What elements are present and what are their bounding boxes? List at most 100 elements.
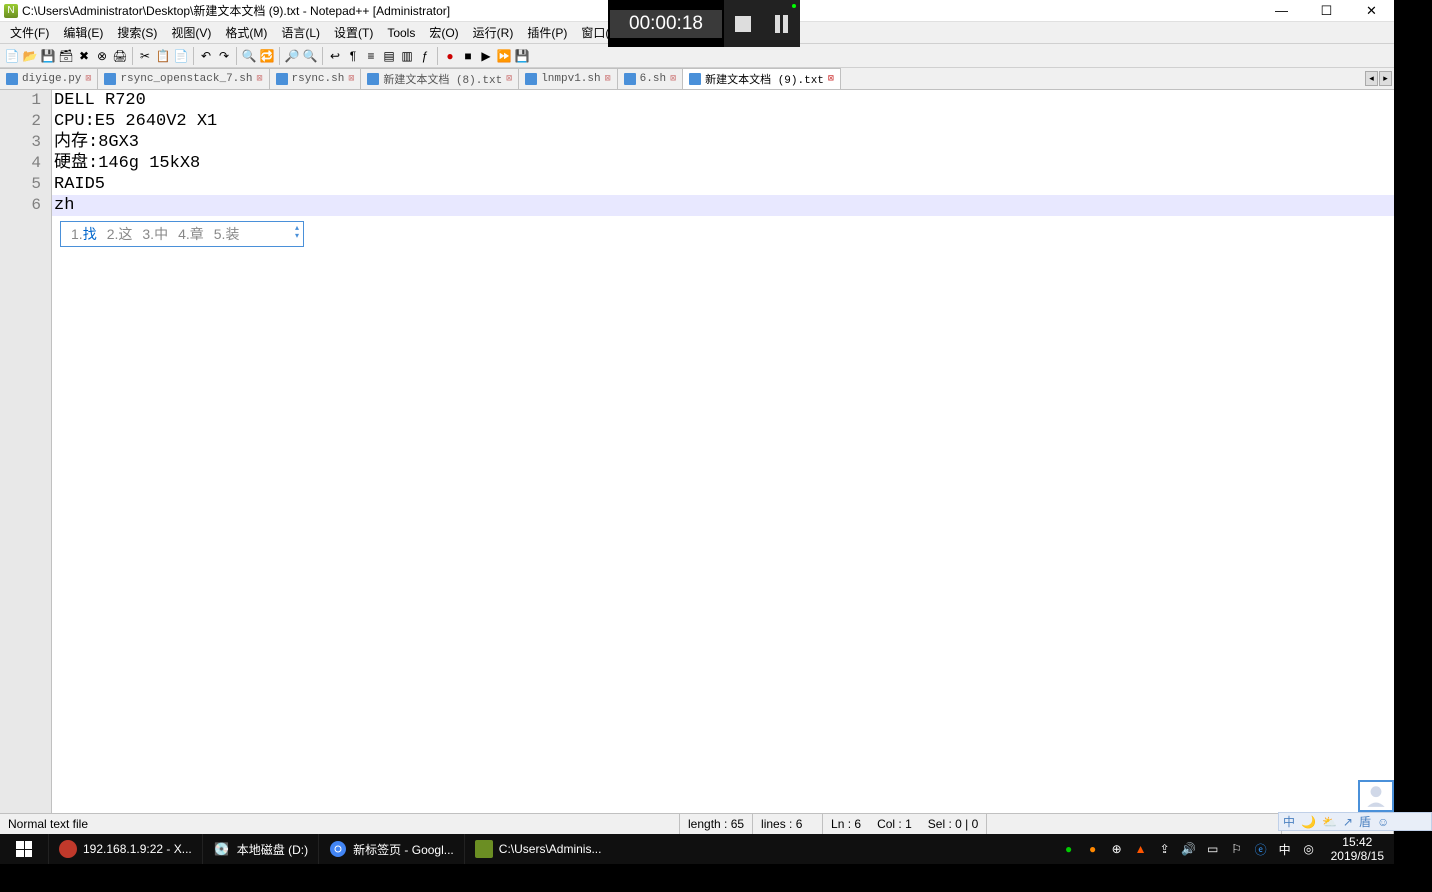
play-macro-icon[interactable]: ▶	[478, 48, 494, 64]
close-button[interactable]: ✕	[1349, 0, 1394, 22]
tab-close-icon[interactable]: ⊠	[670, 73, 676, 85]
word-wrap-icon[interactable]: ↩	[327, 48, 343, 64]
taskbar-app-chrome[interactable]: 新标签页 - Googl...	[318, 834, 464, 864]
doc-map-icon[interactable]: ▥	[399, 48, 415, 64]
side-tray-icon[interactable]: 🌙	[1301, 815, 1316, 829]
ime-page-arrows[interactable]: ▴▾	[295, 224, 299, 240]
desktop-side-tray[interactable]: 中 🌙 ⛅ ↗ 盾 ☺	[1278, 812, 1432, 831]
file-tab[interactable]: 新建文本文档 (8).txt⊠	[361, 68, 519, 89]
editor-line[interactable]: 内存:8GX3	[52, 132, 1394, 153]
tab-prev-button[interactable]: ◂	[1365, 71, 1378, 86]
ime-candidate[interactable]: 4.章	[178, 224, 204, 244]
file-tab[interactable]: diyige.py⊠	[0, 68, 98, 89]
tray-usb-icon[interactable]: ⇪	[1157, 841, 1173, 857]
taskbar-app-explorer[interactable]: 💽 本地磁盘 (D:)	[202, 834, 318, 864]
record-macro-icon[interactable]: ●	[442, 48, 458, 64]
tray-icon[interactable]: ●	[1085, 841, 1101, 857]
side-tray-icon[interactable]: 中	[1283, 813, 1295, 830]
tray-security-icon[interactable]: ⚐	[1229, 841, 1245, 857]
find-icon[interactable]: 🔍	[241, 48, 257, 64]
tab-close-icon[interactable]: ⊠	[605, 73, 611, 85]
tab-close-icon[interactable]: ⊠	[348, 73, 354, 85]
menu-item[interactable]: Tools	[381, 24, 421, 42]
screen-recorder-overlay[interactable]: 00:00:18	[608, 0, 800, 47]
tray-icon[interactable]: ▲	[1133, 841, 1149, 857]
ime-candidate-popup[interactable]: ▴▾ 1.找 2.这 3.中 4.章 5.装	[60, 221, 304, 247]
menu-item[interactable]: 视图(V)	[165, 22, 217, 43]
file-tab[interactable]: 6.sh⊠	[618, 68, 683, 89]
file-tab[interactable]: 新建文本文档 (9).txt⊠	[683, 68, 841, 89]
minimize-button[interactable]: —	[1259, 0, 1304, 22]
cut-icon[interactable]: ✂	[137, 48, 153, 64]
replace-icon[interactable]: 🔁	[259, 48, 275, 64]
folder-tree-icon[interactable]: ▤	[381, 48, 397, 64]
stop-macro-icon[interactable]: ■	[460, 48, 476, 64]
print-icon[interactable]: 🖨	[112, 48, 128, 64]
ime-candidate[interactable]: 1.找	[71, 224, 97, 244]
tray-icon[interactable]: ⊕	[1109, 841, 1125, 857]
zoom-out-icon[interactable]: 🔍	[302, 48, 318, 64]
tab-close-icon[interactable]: ⊠	[828, 73, 834, 85]
separator	[236, 47, 237, 65]
ime-candidate[interactable]: 5.装	[214, 224, 240, 244]
show-chars-icon[interactable]: ¶	[345, 48, 361, 64]
save-all-icon[interactable]: 🗃	[58, 48, 74, 64]
open-file-icon[interactable]: 📂	[22, 48, 38, 64]
file-tab[interactable]: rsync.sh⊠	[270, 68, 362, 89]
tab-close-icon[interactable]: ⊠	[506, 73, 512, 85]
copy-icon[interactable]: 📋	[155, 48, 171, 64]
editor-line[interactable]: DELL R720	[52, 90, 1394, 111]
tray-edge-icon[interactable]: ⓔ	[1253, 841, 1269, 857]
recorder-stop-button[interactable]	[724, 0, 762, 47]
function-list-icon[interactable]: ƒ	[417, 48, 433, 64]
file-tab[interactable]: lnmpv1.sh⊠	[519, 68, 617, 89]
undo-icon[interactable]: ↶	[198, 48, 214, 64]
editor-line[interactable]: 硬盘:146g 15kX8	[52, 153, 1394, 174]
menu-item[interactable]: 插件(P)	[521, 22, 573, 43]
save-icon[interactable]: 💾	[40, 48, 56, 64]
ime-candidate[interactable]: 2.这	[107, 224, 133, 244]
editor-line[interactable]: CPU:E5 2640V2 X1	[52, 111, 1394, 132]
taskbar-app-notepadpp[interactable]: C:\Users\Adminis...	[464, 834, 612, 864]
indent-guide-icon[interactable]: ≡	[363, 48, 379, 64]
tab-close-icon[interactable]: ⊠	[85, 73, 91, 85]
text-editor[interactable]: DELL R720CPU:E5 2640V2 X1内存:8GX3硬盘:146g …	[52, 90, 1394, 813]
qq-avatar-widget[interactable]	[1358, 780, 1394, 812]
menu-item[interactable]: 运行(R)	[467, 22, 520, 43]
maximize-button[interactable]: ☐	[1304, 0, 1349, 22]
start-button[interactable]	[0, 834, 48, 864]
side-tray-icon[interactable]: ☺	[1377, 815, 1389, 829]
zoom-in-icon[interactable]: 🔎	[284, 48, 300, 64]
save-macro-icon[interactable]: 💾	[514, 48, 530, 64]
editor-line[interactable]: zh	[52, 195, 1394, 216]
close-all-icon[interactable]: ⊗	[94, 48, 110, 64]
redo-icon[interactable]: ↷	[216, 48, 232, 64]
menu-item[interactable]: 搜索(S)	[111, 22, 163, 43]
tab-close-icon[interactable]: ⊠	[256, 73, 262, 85]
close-file-icon[interactable]: ✖	[76, 48, 92, 64]
menu-item[interactable]: 设置(T)	[328, 22, 379, 43]
menu-item[interactable]: 编辑(E)	[57, 22, 109, 43]
tray-network-icon[interactable]: ▭	[1205, 841, 1221, 857]
side-tray-icon[interactable]: ⛅	[1322, 815, 1337, 829]
play-multi-icon[interactable]: ⏩	[496, 48, 512, 64]
tray-app-icon[interactable]: ◎	[1301, 841, 1317, 857]
file-tab[interactable]: rsync_openstack_7.sh⊠	[98, 68, 269, 89]
menu-item[interactable]: 宏(O)	[423, 22, 464, 43]
tray-volume-icon[interactable]: 🔊	[1181, 841, 1197, 857]
menu-item[interactable]: 语言(L)	[275, 22, 326, 43]
side-tray-icon[interactable]: 盾	[1359, 813, 1371, 830]
editor-line[interactable]: RAID5	[52, 174, 1394, 195]
side-tray-icon[interactable]: ↗	[1343, 815, 1353, 829]
tray-icon[interactable]: ●	[1061, 841, 1077, 857]
tray-ime-icon[interactable]: 中	[1277, 841, 1293, 857]
new-file-icon[interactable]: 📄	[4, 48, 20, 64]
ime-candidate[interactable]: 3.中	[142, 224, 168, 244]
separator	[437, 47, 438, 65]
taskbar-clock[interactable]: 15:42 2019/8/15	[1325, 835, 1390, 863]
menu-item[interactable]: 格式(M)	[219, 22, 273, 43]
tab-next-button[interactable]: ▸	[1379, 71, 1392, 86]
menu-item[interactable]: 文件(F)	[4, 22, 55, 43]
taskbar-app-xshell[interactable]: 192.168.1.9:22 - X...	[48, 834, 202, 864]
paste-icon[interactable]: 📄	[173, 48, 189, 64]
